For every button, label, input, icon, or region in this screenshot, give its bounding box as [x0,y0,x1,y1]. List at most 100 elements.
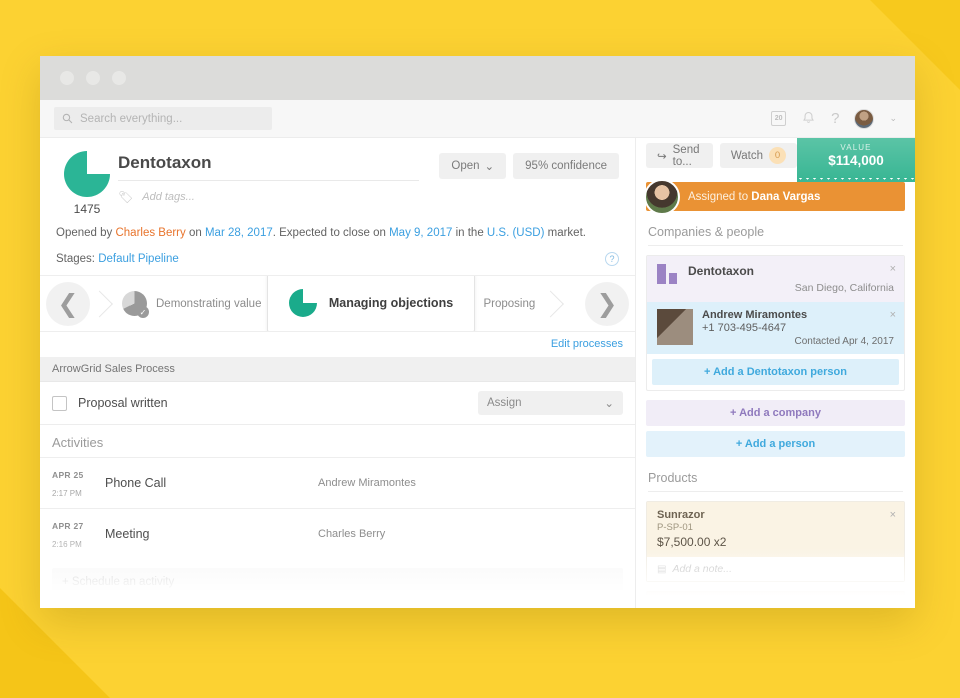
task-checkbox[interactable] [52,395,67,411]
watch-button[interactable]: Watch 0 [719,143,797,168]
close-date-link[interactable]: May 9, 2017 [389,227,452,239]
page-title[interactable]: Dentotaxon [118,153,420,181]
close-icon[interactable]: × [890,599,896,608]
product-name: Sundog [657,599,698,608]
opened-prefix: Opened by [56,227,116,239]
person-row[interactable]: Andrew Miramontes +1 703-495-4647 Contac… [647,302,904,354]
window-maximize-dot[interactable] [112,71,126,85]
on-word: on [185,227,205,239]
process-task-row: Proposal written Assign ⌄ [40,382,635,425]
market-link[interactable]: U.S. (USD) [487,227,545,239]
tags-placeholder: Add tags... [142,191,195,203]
document-icon: ▤ [657,563,667,575]
product-card: Sundog P-SD-01 $33,000.00 x2 × ▤ Add a n… [646,591,905,608]
sidebar-action-row: ↪ Send to... Watch 0 VALUE $114,000 [636,138,915,182]
edit-processes-link[interactable]: Edit processes [551,338,623,350]
stage-active-pie-icon [288,288,317,317]
toolbar-actions: 20 ? ⌄ [771,108,901,129]
assign-dropdown[interactable]: Assign ⌄ [478,391,623,415]
person-info: Andrew Miramontes +1 703-495-4647 Contac… [702,309,894,347]
add-company-button[interactable]: + Add a company [646,400,905,426]
opened-by-link[interactable]: Charles Berry [115,227,185,239]
tags-row[interactable]: 🏷 Add tags... [118,190,619,204]
add-company-person-button[interactable]: + Add a Dentotaxon person [652,359,899,385]
deal-status-dropdown[interactable]: Open ⌄ [439,153,507,179]
company-location: San Diego, California [794,282,894,294]
product-sku: P-SP-01 [657,522,693,533]
stage-prev-arrow-icon[interactable]: ❮ [46,281,90,326]
search-placeholder: Search everything... [80,112,183,125]
window-close-dot[interactable] [60,71,74,85]
chevron-down-icon[interactable]: ⌄ [889,113,897,124]
product-note-input[interactable]: ▤ Add a note... [647,557,904,581]
assigned-to-bar[interactable]: Assigned to Dana Vargas [644,178,905,215]
opened-date-link[interactable]: Mar 28, 2017 [205,227,273,239]
pipeline-link[interactable]: Default Pipeline [98,253,179,265]
confidence-button[interactable]: 95% confidence [513,153,619,179]
user-avatar[interactable] [854,108,875,129]
company-logo-icon [657,264,679,284]
activity-date: APR 25 2:17 PM [52,465,92,501]
confidence-label: 95% confidence [525,160,607,172]
table-row[interactable]: APR 25 2:17 PM Phone Call Andrew Miramon… [40,457,635,508]
save-button[interactable]: Save [571,606,623,608]
app-window: Search everything... 20 ? ⌄ 1475 Dentota… [40,56,915,608]
assignee-avatar [644,178,680,215]
process-header: ArrowGrid Sales Process [40,357,635,382]
close-icon[interactable]: × [890,509,896,521]
deal-avatar-block: 1475 [56,151,118,216]
window-titlebar [40,56,915,100]
close-icon[interactable]: × [890,309,896,321]
deal-title-row: Dentotaxon Open ⌄ 95% confidence [118,153,619,181]
app-toolbar: Search everything... 20 ? ⌄ [40,100,915,138]
help-circle-icon[interactable]: ? [605,252,619,266]
activity-person: Andrew Miramontes [318,477,416,489]
deal-header-main: Dentotaxon Open ⌄ 95% confidence 🏷 Add t… [118,151,619,216]
main-content: 1475 Dentotaxon Open ⌄ 95% confidence 🏷 … [40,138,915,608]
assign-label: Assign [487,397,522,409]
activity-date: APR 27 2:16 PM [52,516,92,552]
stage-active-card[interactable]: Managing objections [267,276,475,331]
company-info: Dentotaxon San Diego, California [688,264,894,294]
schedule-activity-button[interactable]: + Schedule an activity [52,568,623,596]
deal-summary-line: Opened by Charles Berry on Mar 28, 2017.… [40,216,635,239]
add-person-button[interactable]: + Add a person [646,431,905,457]
stage-label: Proposing [483,297,536,310]
activity-type: Phone Call [105,476,167,490]
product-body[interactable]: Sundog P-SD-01 $33,000.00 x2 × [647,592,904,608]
product-card: Sunrazor P-SP-01 $7,500.00 x2 × ▤ Add a … [646,501,905,582]
activity-type: Meeting [105,527,150,541]
product-body[interactable]: Sunrazor P-SP-01 $7,500.00 x2 × [647,502,904,557]
activity-time: 2:16 PM [52,540,82,549]
person-phone: +1 703-495-4647 [702,322,787,334]
sidebar-item-stage-0[interactable]: Demonstrating value [100,276,277,331]
product-name: Sunrazor [657,509,705,521]
product-note-placeholder: Add a note... [672,563,732,575]
search-input[interactable]: Search everything... [54,107,272,130]
window-minimize-dot[interactable] [86,71,100,85]
composer-bar: Activity None ▲▼ Save [40,596,635,608]
tag-icon: 🏷 [118,190,134,204]
help-icon[interactable]: ? [831,110,839,127]
activity-day: APR 27 [52,521,84,531]
market-suffix: market. [544,227,586,239]
deal-id-number: 1475 [73,202,101,216]
watch-count-badge: 0 [769,147,786,164]
send-to-button[interactable]: ↪ Send to... [646,143,713,168]
activities-title: Activities [52,435,104,450]
edit-processes-row: Edit processes [40,332,635,357]
close-icon[interactable]: × [890,263,896,275]
person-contacted: Contacted Apr 4, 2017 [794,336,894,347]
person-avatar [657,309,693,345]
company-row[interactable]: Dentotaxon San Diego, California × [647,256,904,302]
activity-person: Charles Berry [318,528,386,540]
calendar-icon[interactable]: 20 [771,111,787,126]
deal-value-badge: VALUE $114,000 [797,138,915,182]
activity-day: APR 25 [52,470,84,480]
notifications-bell-icon[interactable] [801,111,816,126]
send-arrow-icon: ↪ [657,150,667,163]
market-word: in the [452,227,487,239]
assigned-prefix: Assigned to [688,190,752,203]
table-row[interactable]: APR 27 2:16 PM Meeting Charles Berry [40,508,635,559]
stage-next-arrow-icon[interactable]: ❯ [585,281,629,326]
